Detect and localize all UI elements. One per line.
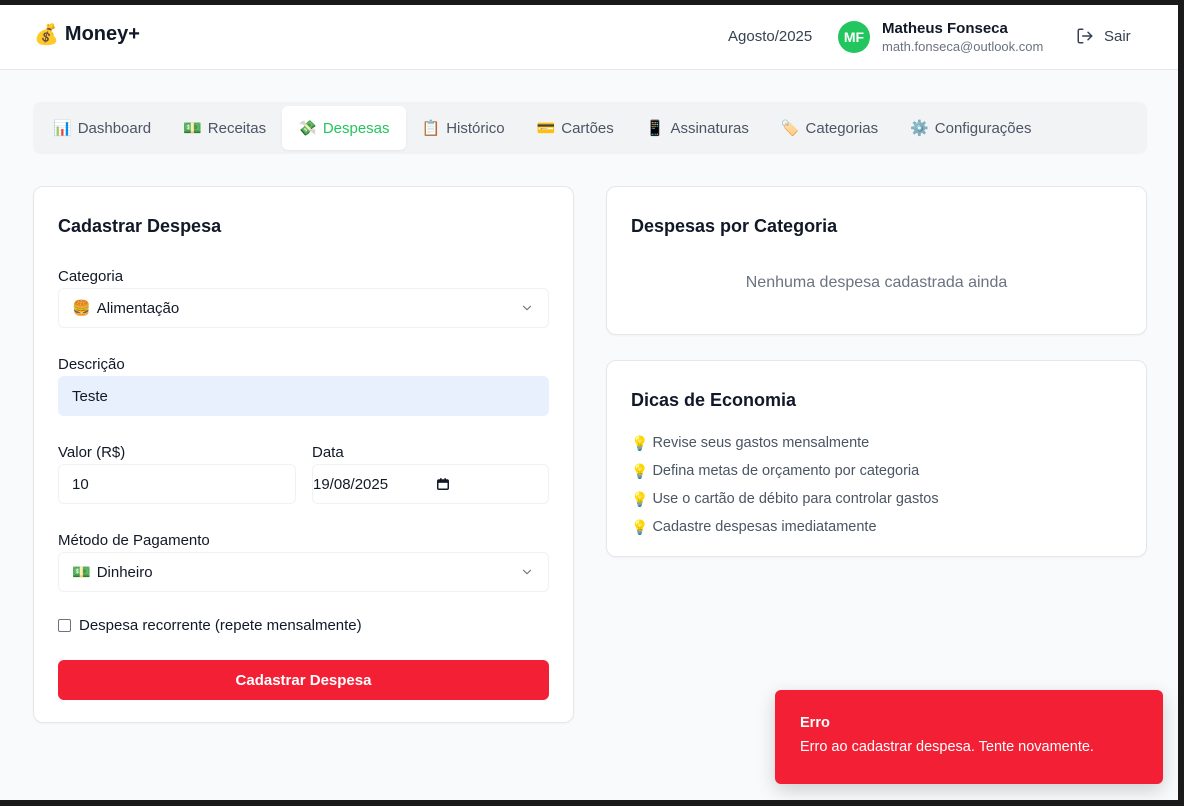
user-name: Matheus Fonseca xyxy=(882,20,1008,37)
tab-receitas[interactable]: 💵 Receitas xyxy=(167,106,282,150)
payment-select[interactable]: 💵 Dinheiro xyxy=(58,552,549,592)
list-item: 💡 Cadastre despesas imediatamente xyxy=(631,513,939,541)
credit-card-icon: 💳 xyxy=(536,119,556,137)
tips-list: 💡 Revise seus gastos mensalmente 💡 Defina … xyxy=(631,429,939,541)
tab-label: Dashboard xyxy=(77,119,152,137)
tip-text: Revise seus gastos mensalmente xyxy=(652,435,870,451)
list-item: 💡 Defina metas de orçamento por categoria xyxy=(631,457,939,485)
chevron-down-icon xyxy=(522,305,532,311)
amount-value: 10 xyxy=(72,475,89,493)
tab-dashboard[interactable]: 📊 Dashboard xyxy=(37,106,167,150)
list-item: 💡 Use o cartão de débito para controlar g… xyxy=(631,485,939,513)
recurring-row: Despesa recorrente (repete mensalmente) xyxy=(58,617,362,634)
tab-label: Receitas xyxy=(207,119,267,137)
submit-expense-button[interactable]: Cadastrar Despesa xyxy=(58,660,549,700)
amount-input[interactable]: 10 xyxy=(58,464,296,504)
tab-label: Despesas xyxy=(322,119,390,137)
tab-configuracoes[interactable]: ⚙️ Configurações xyxy=(894,106,1047,150)
app-name: Money+ xyxy=(64,23,140,45)
category-label: Categoria xyxy=(58,268,124,285)
tab-assinaturas[interactable]: 📱 Assinaturas xyxy=(630,106,765,150)
empty-state-message: Nenhuma despesa cadastrada ainda xyxy=(745,274,1008,291)
logout-label: Sair xyxy=(1104,27,1131,45)
category-card-title: Despesas por Categoria xyxy=(631,216,838,236)
tab-label: Histórico xyxy=(446,119,505,137)
toast-message: Erro ao cadastrar despesa. Tente novamen… xyxy=(800,739,1094,755)
logout-button[interactable]: Sair xyxy=(1076,27,1131,45)
money-wings-icon: 💸 xyxy=(298,119,317,137)
user-email: math.fonseca@outlook.com xyxy=(882,39,1044,54)
toast-title: Erro xyxy=(800,715,830,731)
payment-value: Dinheiro xyxy=(96,563,153,581)
light-bulb-icon: 💡 xyxy=(631,434,649,451)
payment-label: Método de Pagamento xyxy=(58,532,210,549)
tab-label: Categorias xyxy=(805,119,879,137)
date-input[interactable]: 19/08/2025 xyxy=(312,464,549,504)
avatar: MF xyxy=(838,21,870,53)
logout-icon xyxy=(1077,28,1093,44)
burger-icon: 🍔 xyxy=(72,300,91,317)
tips-card: Dicas de Economia 💡 Revise seus gastos me… xyxy=(606,360,1147,557)
tab-cartoes[interactable]: 💳 Cartões xyxy=(521,106,630,150)
tip-text: Cadastre despesas imediatamente xyxy=(652,519,877,535)
description-value: Teste xyxy=(72,387,108,405)
chevron-down-icon xyxy=(522,569,532,575)
description-input[interactable]: Teste xyxy=(58,376,549,416)
tip-text: Use o cartão de débito para controlar ga… xyxy=(652,491,939,507)
app-logo[interactable]: 💰 Money+ xyxy=(34,23,140,46)
clipboard-icon: 📋 xyxy=(421,119,441,137)
amount-label: Valor (R$) xyxy=(58,444,126,461)
mobile-phone-icon: 📱 xyxy=(645,119,665,137)
category-summary-card: Despesas por Categoria Nenhuma despesa c… xyxy=(606,186,1147,335)
light-bulb-icon: 💡 xyxy=(631,462,649,479)
light-bulb-icon: 💡 xyxy=(631,518,649,535)
date-label: Data xyxy=(312,444,344,461)
tab-historico[interactable]: 📋 Histórico xyxy=(406,106,521,150)
money-bill-icon: 💵 xyxy=(72,564,91,581)
top-header: 💰 Money+ Agosto/2025 MF Matheus Fonseca … xyxy=(0,5,1178,70)
recurring-checkbox[interactable] xyxy=(58,619,71,632)
money-bag-icon: 💰 xyxy=(34,23,59,46)
gear-icon: ⚙️ xyxy=(910,119,929,137)
list-item: 💡 Revise seus gastos mensalmente xyxy=(631,429,939,457)
category-value: Alimentação xyxy=(96,299,180,317)
expense-form-card: Cadastrar Despesa Categoria 🍔 Alimentaçã… xyxy=(33,186,574,723)
tips-card-title: Dicas de Economia xyxy=(631,390,797,410)
tab-label: Cartões xyxy=(561,119,614,137)
date-value: 19/08/2025 xyxy=(313,475,389,493)
tab-label: Assinaturas xyxy=(670,119,749,137)
tag-icon: 🏷️ xyxy=(780,119,800,137)
error-toast[interactable]: Erro Erro ao cadastrar despesa. Tente no… xyxy=(775,690,1163,784)
app-window: 💰 Money+ Agosto/2025 MF Matheus Fonseca … xyxy=(0,5,1178,800)
tab-label: Configurações xyxy=(934,119,1032,137)
tip-text: Defina metas de orçamento por categoria xyxy=(652,463,920,479)
tab-categorias[interactable]: 🏷️ Categorias xyxy=(765,106,894,150)
light-bulb-icon: 💡 xyxy=(631,490,649,507)
calendar-icon[interactable] xyxy=(436,477,450,491)
category-select[interactable]: 🍔 Alimentação xyxy=(58,288,549,328)
tab-despesas[interactable]: 💸 Despesas xyxy=(282,106,406,150)
form-title: Cadastrar Despesa xyxy=(58,216,222,236)
recurring-label[interactable]: Despesa recorrente (repete mensalmente) xyxy=(79,617,362,634)
chart-icon: 📊 xyxy=(53,119,72,137)
description-label: Descrição xyxy=(58,356,125,373)
money-bill-icon: 💵 xyxy=(183,119,202,137)
main-tabs: 📊 Dashboard 💵 Receitas 💸 Despesas 📋 Hist… xyxy=(33,102,1147,154)
period-label: Agosto/2025 xyxy=(728,28,813,45)
